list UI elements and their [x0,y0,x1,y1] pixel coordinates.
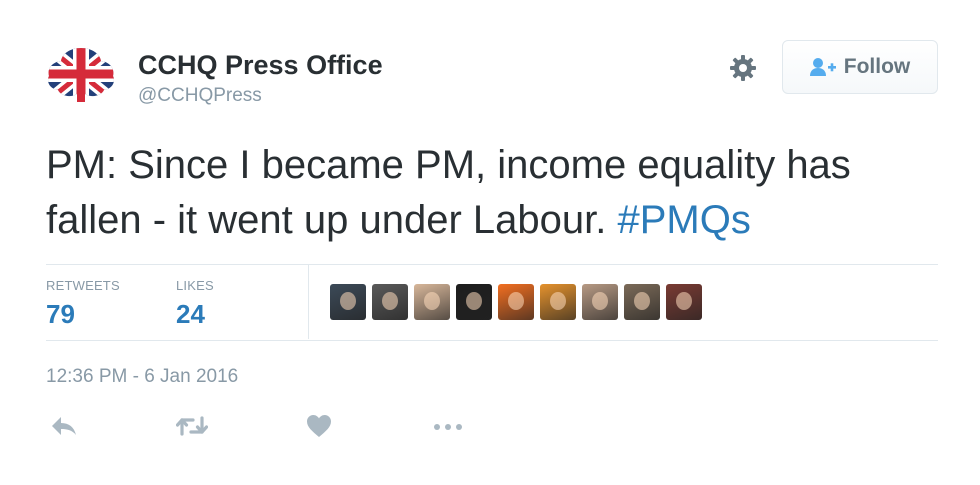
like-heart-icon[interactable] [306,414,332,443]
liker-avatar-9[interactable] [666,284,702,320]
liker-avatar-8[interactable] [624,284,660,320]
retweets-stat[interactable]: RETWEETS 79 [46,278,120,330]
liker-avatar-5[interactable] [498,284,534,320]
tweet-timestamp[interactable]: 12:36 PM - 6 Jan 2016 [46,366,238,388]
liker-avatar-1[interactable] [330,284,366,320]
avatar-face [466,292,482,310]
conservative-logo-avatar[interactable] [44,44,118,104]
retweets-label: RETWEETS [46,278,120,293]
hashtag-link[interactable]: #PMQs [618,198,751,242]
retweet-icon[interactable] [175,414,209,443]
liker-avatar-3[interactable] [414,284,450,320]
avatar-face [676,292,692,310]
add-user-icon [809,58,836,76]
divider-bottom [46,340,938,341]
more-dots-icon[interactable] [433,420,463,438]
liker-avatar-6[interactable] [540,284,576,320]
liker-avatar-2[interactable] [372,284,408,320]
liker-avatar-7[interactable] [582,284,618,320]
divider-top [46,264,938,265]
stats-divider [308,264,309,339]
user-handle[interactable]: @CCHQPress [138,85,262,107]
retweets-count: 79 [46,299,75,329]
reply-icon[interactable] [50,414,78,443]
display-name[interactable]: CCHQ Press Office [138,50,383,81]
likes-label: LIKES [176,278,214,293]
likes-count: 24 [176,299,205,329]
liker-avatar-4[interactable] [456,284,492,320]
follow-button[interactable]: Follow [782,40,938,94]
avatar-face [508,292,524,310]
follow-label: Follow [843,55,911,78]
avatar-face [550,292,566,310]
avatar-face [634,292,650,310]
avatar-face [340,292,356,310]
liker-avatars [330,284,702,320]
union-jack-tree-icon [48,48,114,102]
avatar-face [382,292,398,310]
avatar-face [424,292,440,310]
avatar-face [592,292,608,310]
gear-icon[interactable] [728,53,758,83]
tweet-text: PM: Since I became PM, income equality h… [46,138,956,248]
likes-stat[interactable]: LIKES 24 [176,278,214,330]
